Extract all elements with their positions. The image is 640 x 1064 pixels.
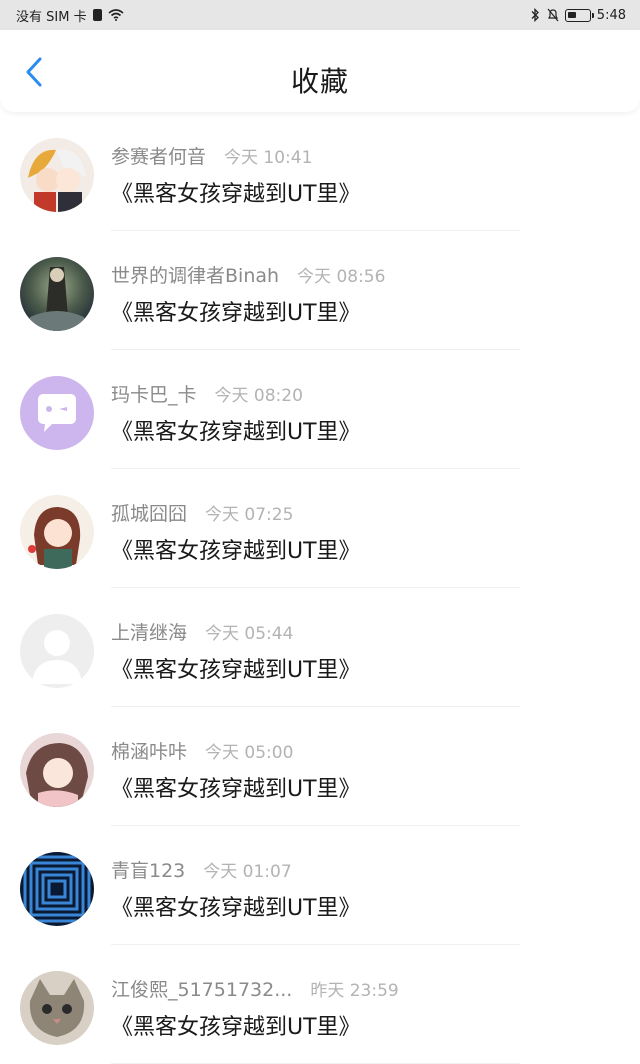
- username[interactable]: 孤城囧囧: [111, 499, 187, 526]
- favorite-item[interactable]: 棉涵咔咔 今天 05:00 《黑客女孩穿越到UT里》: [0, 707, 640, 826]
- avatar[interactable]: [20, 376, 94, 450]
- favorite-item[interactable]: 世界的调律者Binah 今天 08:56 《黑客女孩穿越到UT里》: [0, 231, 640, 350]
- username[interactable]: 青盲123: [111, 856, 185, 883]
- username[interactable]: 参赛者何音: [111, 142, 206, 169]
- mute-bell-icon: [547, 8, 559, 22]
- favorite-item[interactable]: 玛卡巴_卡 今天 08:20 《黑客女孩穿越到UT里》: [0, 350, 640, 469]
- avatar[interactable]: [20, 495, 94, 569]
- item-meta: 孤城囧囧 今天 07:25: [111, 499, 293, 526]
- page-title: 收藏: [290, 65, 349, 98]
- timestamp: 昨天 23:59: [310, 981, 399, 1001]
- post-title[interactable]: 《黑客女孩穿越到UT里》: [111, 890, 361, 922]
- bluetooth-icon: [531, 8, 539, 22]
- sim-alert-icon: [92, 9, 102, 21]
- timestamp: 今天 07:25: [205, 505, 294, 525]
- header: 收藏: [0, 30, 640, 112]
- avatar[interactable]: [20, 138, 94, 212]
- favorite-item[interactable]: 青盲123 今天 01:07 《黑客女孩穿越到UT里》: [0, 826, 640, 945]
- item-meta: 玛卡巴_卡 今天 08:20: [111, 380, 303, 407]
- carrier-label: 没有 SIM 卡: [16, 9, 87, 25]
- item-meta: 江俊熙_51751732... 昨天 23:59: [111, 975, 399, 1002]
- username[interactable]: 玛卡巴_卡: [111, 380, 197, 407]
- avatar[interactable]: [20, 257, 94, 331]
- status-left: 没有 SIM 卡: [16, 6, 124, 25]
- post-title[interactable]: 《黑客女孩穿越到UT里》: [111, 295, 361, 327]
- timestamp: 今天 05:44: [205, 624, 294, 644]
- avatar[interactable]: [20, 614, 94, 688]
- favorite-item[interactable]: 上清继海 今天 05:44 《黑客女孩穿越到UT里》: [0, 588, 640, 707]
- favorite-item[interactable]: 江俊熙_51751732... 昨天 23:59 《黑客女孩穿越到UT里》: [0, 945, 640, 1064]
- avatar[interactable]: [20, 733, 94, 807]
- username[interactable]: 上清继海: [111, 618, 187, 645]
- username[interactable]: 江俊熙_51751732...: [111, 975, 292, 1002]
- post-title[interactable]: 《黑客女孩穿越到UT里》: [111, 652, 361, 684]
- username[interactable]: 世界的调律者Binah: [111, 261, 279, 288]
- timestamp: 今天 10:41: [224, 148, 313, 168]
- battery-icon: [564, 8, 594, 22]
- favorite-item[interactable]: 孤城囧囧 今天 07:25 《黑客女孩穿越到UT里》: [0, 469, 640, 588]
- favorite-item[interactable]: 参赛者何音 今天 10:41 《黑客女孩穿越到UT里》: [0, 112, 640, 231]
- avatar[interactable]: [20, 852, 94, 926]
- username[interactable]: 棉涵咔咔: [111, 737, 187, 764]
- post-title[interactable]: 《黑客女孩穿越到UT里》: [111, 771, 361, 803]
- post-title[interactable]: 《黑客女孩穿越到UT里》: [111, 1009, 361, 1041]
- post-title[interactable]: 《黑客女孩穿越到UT里》: [111, 414, 361, 446]
- timestamp: 今天 01:07: [203, 862, 292, 882]
- favorites-list: 参赛者何音 今天 10:41 《黑客女孩穿越到UT里》 世界的调律者Binah …: [0, 112, 640, 1064]
- status-bar: 没有 SIM 卡 5:48: [0, 0, 640, 30]
- item-meta: 青盲123 今天 01:07: [111, 856, 292, 883]
- timestamp: 今天 08:56: [297, 267, 386, 287]
- timestamp: 今天 08:20: [214, 386, 303, 406]
- post-title[interactable]: 《黑客女孩穿越到UT里》: [111, 176, 361, 208]
- item-meta: 世界的调律者Binah 今天 08:56: [111, 261, 385, 288]
- item-meta: 参赛者何音 今天 10:41: [111, 142, 312, 169]
- status-right: 5:48: [529, 8, 626, 23]
- post-title[interactable]: 《黑客女孩穿越到UT里》: [111, 533, 361, 565]
- clock: 5:48: [596, 7, 626, 23]
- item-meta: 上清继海 今天 05:44: [111, 618, 293, 645]
- avatar[interactable]: [20, 971, 94, 1045]
- timestamp: 今天 05:00: [205, 743, 294, 763]
- item-meta: 棉涵咔咔 今天 05:00: [111, 737, 293, 764]
- wifi-icon: [108, 9, 124, 21]
